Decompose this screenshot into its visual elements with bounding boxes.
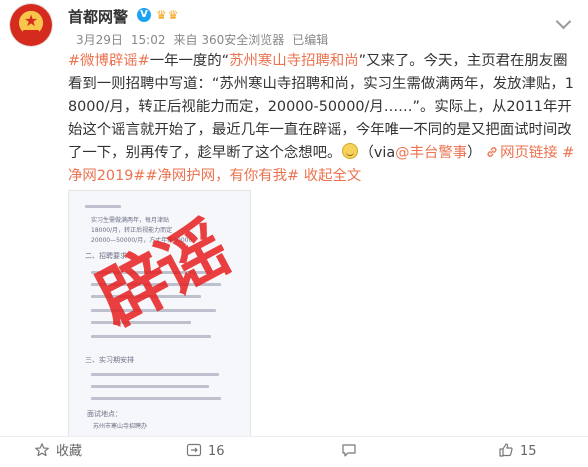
web-link[interactable]: 网页链接 <box>486 145 558 161</box>
doc-heading: 面试地点： <box>87 410 122 418</box>
chevron-down-icon[interactable] <box>555 13 572 30</box>
post-text: #微博辟谣#一年一度的“苏州寒山寺招聘和尚”又来了。今天，主页君在朋友圈看到一则… <box>68 50 580 188</box>
doc-text-line: 实习生需做满两年，每月津贴 <box>91 217 170 224</box>
repost-button[interactable]: 16 <box>186 437 225 467</box>
like-button[interactable]: 15 <box>498 437 537 467</box>
like-count: 15 <box>520 444 537 459</box>
doc-line <box>85 205 121 208</box>
doc-heading: 三、实习期安排 <box>85 356 134 364</box>
post-text-part1: 一年一度的“ <box>149 53 230 69</box>
via-prefix: （via <box>359 145 396 161</box>
collect-button[interactable]: 收藏 <box>34 437 82 467</box>
via-user-link[interactable]: @丰台警事 <box>395 145 467 161</box>
comment-icon <box>342 444 356 457</box>
collapse-text-link[interactable]: 收起全文 <box>304 168 362 184</box>
post-image[interactable]: 实习生需做满两年，每月津贴 18000/月，转正后视能力而定 20000—500… <box>68 190 251 438</box>
post-source[interactable]: 来自 360安全浏览器 <box>174 33 285 47</box>
verified-icon: V <box>137 8 151 22</box>
doc-line <box>91 385 209 388</box>
quote-highlight: 苏州寒山寺招聘和尚 <box>229 53 359 69</box>
action-bar: 收藏 16 15 <box>0 436 588 467</box>
doc-line <box>91 373 219 376</box>
post-header: ★ 首都网警 V ♛♛ 3月29日 15:02 来自 360安全浏览器 已编辑 <box>0 0 588 52</box>
post-meta: 3月29日 15:02 来自 360安全浏览器 已编辑 <box>76 31 336 48</box>
star-outline-icon <box>35 443 49 457</box>
avatar[interactable]: ★ <box>10 4 52 46</box>
web-link-label: 网页链接 <box>500 145 558 161</box>
thumbs-up-icon <box>499 443 513 457</box>
repost-icon <box>186 443 202 457</box>
collect-label: 收藏 <box>56 444 83 459</box>
doc-line <box>91 335 211 338</box>
doc-line <box>91 397 221 400</box>
smile-emoji-icon <box>342 143 359 159</box>
post-time: 15:02 <box>130 33 166 47</box>
doc-text-line: 苏州市寒山寺招聘办 <box>93 423 148 430</box>
repost-count: 16 <box>208 444 225 459</box>
crown-badge-icon[interactable]: ♛♛ <box>156 8 180 22</box>
comment-button[interactable] <box>341 437 363 467</box>
link-icon <box>487 147 497 157</box>
star-icon: ★ <box>23 11 39 30</box>
post-date[interactable]: 3月29日 <box>76 33 123 47</box>
hashtag-clean-web-protect[interactable]: #净网护网，有你有我# <box>145 168 299 184</box>
via-suffix: ） <box>467 145 482 161</box>
emblem-base <box>23 30 39 35</box>
hashtag-weibo-rumor[interactable]: #微博辟谣# <box>68 53 150 69</box>
author-name[interactable]: 首都网警 <box>68 6 128 27</box>
edited-label: 已编辑 <box>292 33 329 47</box>
